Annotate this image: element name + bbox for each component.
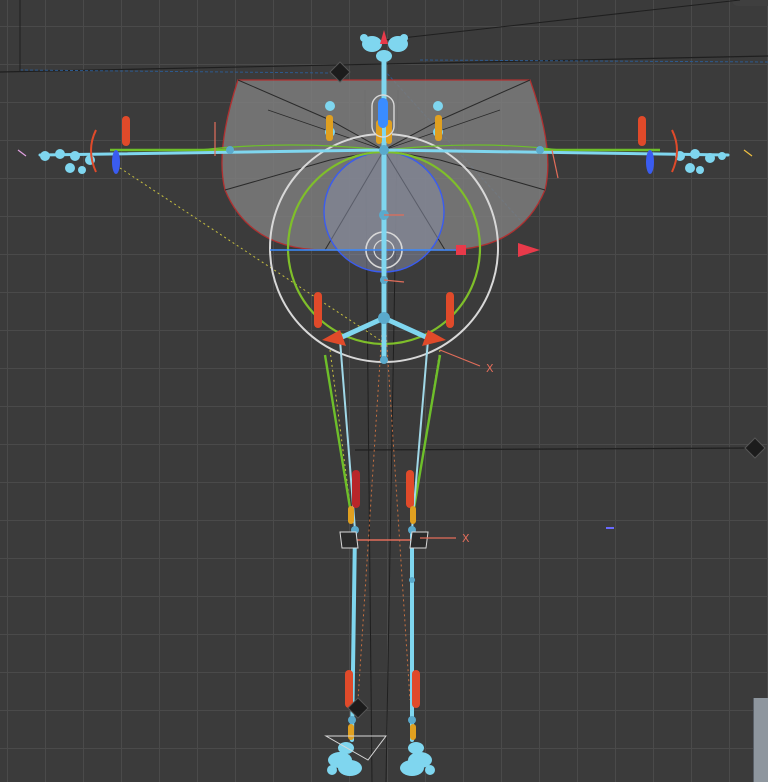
hip-x-axis-label: X (486, 362, 494, 375)
left-hand-cluster[interactable] (40, 149, 95, 174)
translate-arrow-icon[interactable] (518, 243, 540, 257)
3d-viewport[interactable]: X X (0, 0, 768, 782)
skeleton-bones[interactable] (38, 57, 730, 742)
x-axis-handle[interactable] (456, 245, 466, 255)
viewport-scrollbar[interactable] (753, 698, 768, 782)
right-hand-cluster[interactable] (675, 149, 726, 174)
knee-x-axis-label: X (462, 532, 470, 545)
right-foot-cluster[interactable] (400, 742, 435, 776)
character-rig[interactable]: X X (0, 0, 768, 782)
head-cluster[interactable] (360, 30, 408, 62)
